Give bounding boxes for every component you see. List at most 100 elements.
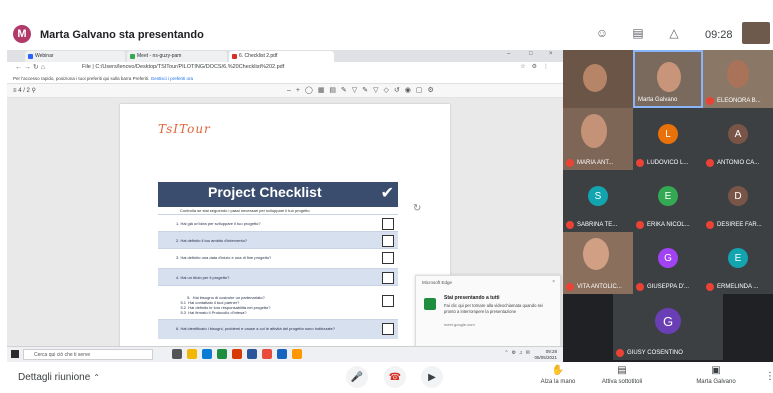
browser-tab[interactable]: Webinar <box>25 51 125 62</box>
browser-tabbar: Webinar Meet - ns-guzy-pam 6. Checklist … <box>7 50 563 62</box>
file-explorer-icon[interactable] <box>187 349 197 359</box>
participant-tile[interactable]: E ERMELINDA ... <box>703 232 773 294</box>
activities-icon[interactable]: △ <box>667 26 681 40</box>
pdf-app-icon[interactable] <box>262 349 272 359</box>
rotate-icon[interactable]: ↻ <box>413 203 421 214</box>
windows-start-icon[interactable] <box>11 350 19 358</box>
meeting-controls-bar: Dettagli riunione ⌃ 🎤 ☎ ▶ ✋ Alza la mano … <box>0 362 773 393</box>
participant-tile[interactable]: G GIUSY COSENTINO <box>613 294 723 360</box>
checkbox <box>382 218 394 230</box>
nav-buttons[interactable]: ← → ↻ ⌂ <box>15 63 45 71</box>
maximize-icon[interactable]: □ <box>529 51 533 57</box>
checklist-row: 3. Hai definito una data d'inizio e una … <box>158 248 398 268</box>
checkbox <box>382 252 394 264</box>
pdf-icon <box>232 54 237 59</box>
checklist-row: 2. Hai definito il tuo ambito d'interven… <box>158 231 398 248</box>
taskbar-apps <box>172 349 302 359</box>
participants-grid: Marta Galvano ELEONORA B... MARIA ANT...… <box>563 50 773 362</box>
app-icon[interactable] <box>292 349 302 359</box>
participant-avatar: G <box>655 308 681 334</box>
camera-icon: ▶ <box>428 371 436 383</box>
mic-off-icon <box>636 159 644 167</box>
raise-hand-button[interactable]: ✋ Alza la mano <box>528 365 588 385</box>
meeting-details-button[interactable]: Dettagli riunione ⌃ <box>18 372 100 383</box>
end-call-button[interactable]: ☎ <box>384 366 406 388</box>
mic-off-icon <box>706 159 714 167</box>
checklist-row: 1. Hai già un'idea per sviluppare il tuo… <box>158 214 398 231</box>
microphone-button[interactable]: 🎤 <box>346 366 368 388</box>
participant-avatar: L <box>658 124 678 144</box>
presenter-avatar: M <box>13 25 31 43</box>
word-icon[interactable] <box>247 349 257 359</box>
participant-avatar: S <box>588 186 608 206</box>
self-view-thumbnail[interactable] <box>742 22 770 44</box>
participant-avatar: A <box>728 124 748 144</box>
participant-name: SABRINA TE... <box>577 222 618 228</box>
participant-tile[interactable]: MARIA ANT... <box>563 108 633 170</box>
participant-tile[interactable]: ELEONORA B... <box>703 50 773 108</box>
participant-avatar: E <box>658 186 678 206</box>
search-icon[interactable]: ⚲ <box>32 88 36 94</box>
taskbar-clock: 09:28 06/05/2021 <box>534 349 557 360</box>
checkbox <box>382 235 394 247</box>
participant-tile[interactable]: G GIUSEPPA D'... <box>633 232 703 294</box>
participant-video <box>727 60 749 88</box>
notification-url: meet.google.com <box>444 322 475 327</box>
participant-tile-speaking[interactable]: Marta Galvano <box>633 50 703 108</box>
presenting-title: Marta Galvano sta presentando <box>40 29 204 41</box>
participant-name: GIUSEPPA D'... <box>647 284 690 290</box>
mic-off-icon <box>566 221 574 229</box>
presenting-button[interactable]: ▣ Marta Galvano <box>686 365 746 385</box>
contents-icon[interactable]: ≡ <box>13 88 17 94</box>
checkbox <box>382 272 394 284</box>
task-view-icon[interactable] <box>172 349 182 359</box>
participant-avatar: E <box>728 248 748 268</box>
participant-avatar: G <box>658 248 678 268</box>
minimize-icon[interactable]: – <box>507 51 510 57</box>
participant-tile[interactable] <box>563 50 633 108</box>
mic-off-icon <box>636 283 644 291</box>
tsitour-logo: TsITour <box>158 122 211 136</box>
browser-tab-active[interactable]: 6. Checklist 2.pdf <box>229 51 334 62</box>
mic-off-icon <box>706 97 714 105</box>
mic-off-icon <box>566 283 574 291</box>
participant-tile[interactable]: L LUDOVICO L... <box>633 108 703 170</box>
participant-name: LUDOVICO L... <box>647 160 689 166</box>
outlook-icon[interactable] <box>277 349 287 359</box>
notification-app: Microsoft Edge <box>422 280 453 285</box>
mic-off-icon <box>566 159 574 167</box>
page-indicator[interactable]: 4 / 2 <box>18 88 30 94</box>
pdf-tool-icons[interactable]: –+◯▦▤✎▽✎▽◇↺◉▢⚙ <box>287 86 439 94</box>
manage-favorites-link[interactable]: Gestisci i preferiti ora <box>151 76 193 81</box>
checklist-subtitle: Controlla se stai seguendo i passi neces… <box>158 207 398 214</box>
checklist-row: 4. Hai un titolo per il progetto? <box>158 268 398 285</box>
more-options-icon[interactable]: ⋮ <box>765 371 773 382</box>
participant-name: VITA ANTOLIC... <box>577 284 622 290</box>
chrome-icon[interactable] <box>217 349 227 359</box>
close-icon[interactable]: × <box>552 279 555 285</box>
shared-screen: Webinar Meet - ns-guzy-pam 6. Checklist … <box>7 50 563 362</box>
taskbar-search-input[interactable]: Cerca qui ciò che ti serve <box>23 349 153 360</box>
captions-button[interactable]: ▤ Attiva sottotitoli <box>592 365 652 385</box>
participant-tile[interactable]: A ANTONIO CA... <box>703 108 773 170</box>
edge-icon[interactable] <box>202 349 212 359</box>
browser-toolbar-icons[interactable]: ☆⚙⋮ <box>520 63 555 70</box>
mic-off-icon <box>636 221 644 229</box>
participant-name: Marta Galvano <box>638 97 678 103</box>
camera-button[interactable]: ▶ <box>421 366 443 388</box>
url-field[interactable]: File | C:/Users/lenovo/Desktop/TSITour/P… <box>82 64 284 70</box>
office-icon[interactable] <box>232 349 242 359</box>
presenting-notification[interactable]: Microsoft Edge × Stai presentando a tutt… <box>415 275 561 351</box>
participant-tile[interactable]: VITA ANTOLIC... <box>563 232 633 294</box>
participant-tile[interactable]: S SABRINA TE... <box>563 170 633 232</box>
chevron-up-icon: ⌃ <box>93 373 100 382</box>
system-tray[interactable]: ⌃⚙♫✉ <box>504 350 533 356</box>
captions-icon: ▤ <box>617 365 627 376</box>
close-icon[interactable]: × <box>549 51 553 57</box>
participant-tile[interactable]: D DESIREE FAR... <box>703 170 773 232</box>
participant-tile[interactable]: E ERIKA NICOL... <box>633 170 703 232</box>
checklist-title: Project Checklist <box>208 184 322 200</box>
people-icon[interactable]: ☺ <box>595 26 609 40</box>
browser-tab[interactable]: Meet - ns-guzy-pam <box>127 51 227 62</box>
chat-icon[interactable]: ▤ <box>631 26 645 40</box>
